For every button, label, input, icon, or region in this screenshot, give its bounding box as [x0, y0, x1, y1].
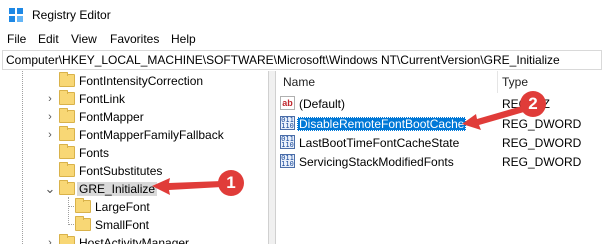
arrow-2 — [462, 106, 524, 130]
annotation-arrows — [152, 106, 524, 195]
callout-badge-2: 2 — [520, 91, 546, 117]
arrow-1 — [152, 178, 222, 195]
callout-badge-1: 1 — [218, 170, 244, 196]
